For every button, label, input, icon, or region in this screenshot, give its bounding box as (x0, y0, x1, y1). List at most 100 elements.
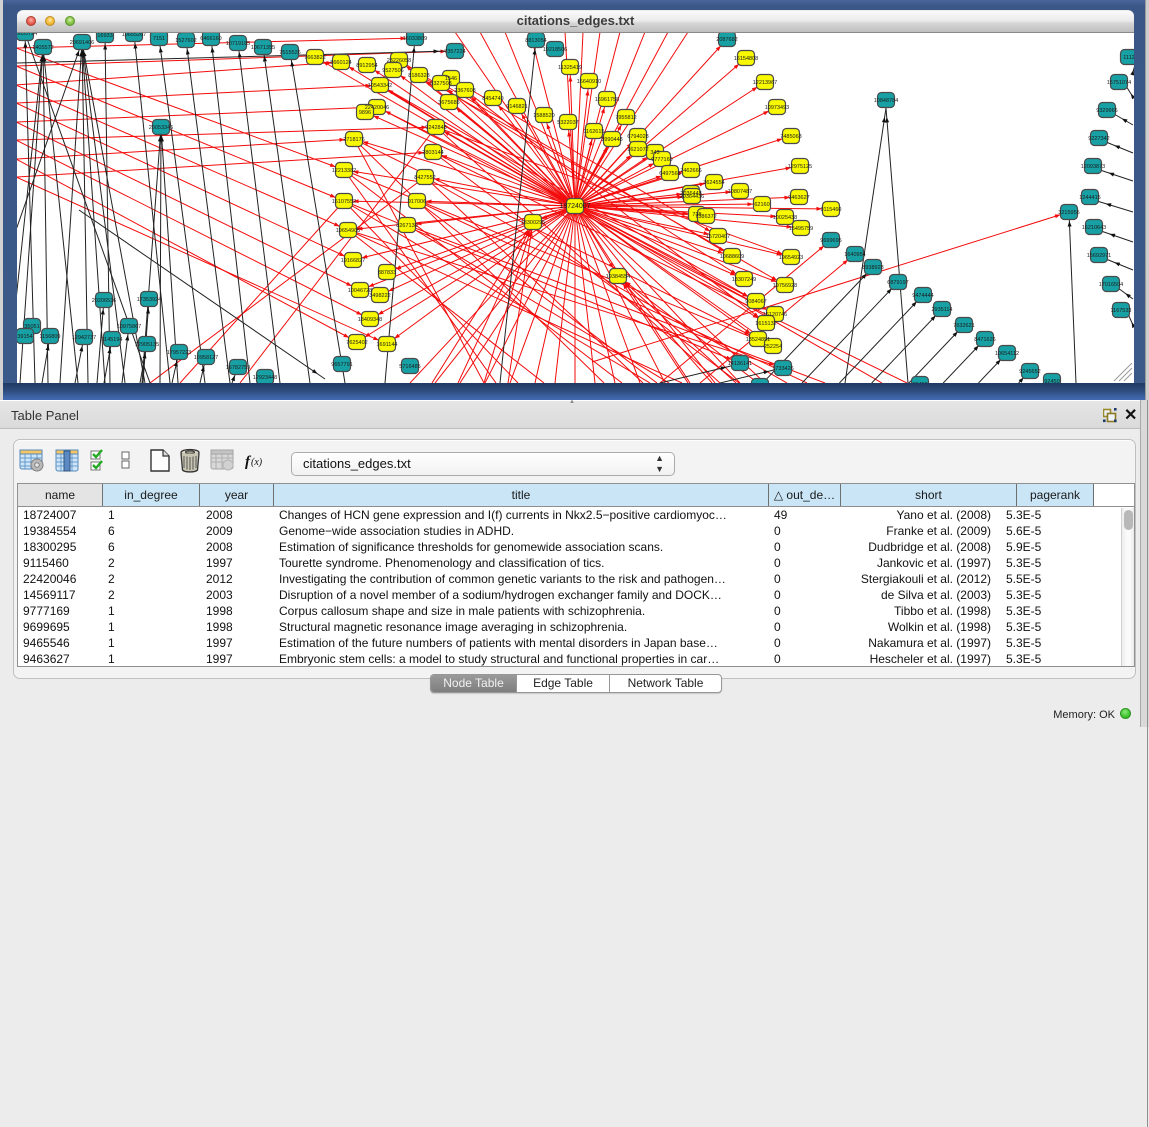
svg-text:9657791: 9657791 (331, 362, 352, 368)
svg-text:15751074: 15751074 (1107, 80, 1131, 86)
svg-text:2935114: 2935114 (931, 307, 952, 313)
svg-text:2367608: 2367608 (454, 88, 475, 94)
svg-text:20364436: 20364436 (680, 194, 704, 200)
svg-text:2803144: 2803144 (422, 150, 443, 156)
svg-text:9227342: 9227342 (1088, 136, 1109, 142)
svg-text:10958127: 10958127 (194, 355, 218, 361)
svg-text:15495759: 15495759 (789, 226, 813, 232)
svg-text:12942737: 12942737 (72, 335, 96, 341)
svg-text:1527602: 1527602 (175, 38, 196, 44)
svg-text:1156809: 1156809 (39, 334, 60, 340)
svg-text:12213382: 12213382 (332, 168, 356, 174)
svg-text:15720407: 15720407 (706, 234, 730, 240)
svg-text:6466160: 6466160 (200, 36, 221, 42)
svg-text:9084067: 9084067 (745, 299, 766, 305)
svg-text:9777169: 9777169 (651, 157, 672, 163)
svg-text:9699695: 9699695 (820, 238, 841, 244)
svg-text:252254: 252254 (764, 344, 782, 350)
svg-text:1405572: 1405572 (32, 45, 53, 51)
svg-text:10973493: 10973493 (765, 105, 789, 111)
svg-text:20206536: 20206536 (92, 298, 116, 304)
svg-text:16933: 16933 (97, 33, 112, 39)
svg-text:917006: 917006 (408, 199, 426, 205)
svg-text:343: 343 (650, 150, 659, 156)
svg-text:23226058: 23226058 (387, 58, 411, 64)
svg-text:7663822: 7663822 (304, 55, 325, 61)
svg-text:7151: 7151 (153, 36, 165, 42)
svg-text:5716485: 5716485 (399, 364, 420, 370)
svg-text:1162615: 1162615 (583, 129, 604, 135)
svg-text:3215955: 3215955 (1058, 210, 1079, 216)
svg-text:92450: 92450 (912, 382, 927, 383)
svg-text:10975867: 10975867 (117, 324, 141, 330)
svg-text:8813054: 8813054 (525, 38, 546, 44)
svg-text:39154: 39154 (17, 334, 32, 340)
svg-text:9527506: 9527506 (382, 68, 403, 74)
svg-text:7515526: 7515526 (279, 50, 300, 56)
svg-text:3498222: 3498222 (369, 293, 390, 299)
svg-text:10654112: 10654112 (995, 351, 1019, 357)
svg-text:1615132: 1615132 (755, 321, 776, 327)
svg-text:18307249: 18307249 (732, 277, 756, 283)
svg-text:9896: 9896 (359, 110, 371, 116)
svg-text:62160: 62160 (754, 202, 769, 208)
svg-text:6497568: 6497568 (659, 171, 680, 177)
svg-text:18300295: 18300295 (521, 220, 545, 226)
svg-text:7955812: 7955812 (615, 115, 636, 121)
svg-text:8427552: 8427552 (414, 175, 435, 181)
svg-text:20655724: 20655724 (17, 32, 37, 37)
svg-text:5322037: 5322037 (557, 120, 578, 126)
svg-text:1733426: 1733426 (772, 366, 793, 372)
svg-text:16120746: 16120746 (763, 312, 787, 318)
svg-text:17957223: 17957223 (167, 350, 191, 356)
svg-text:8267130: 8267130 (396, 223, 417, 229)
svg-text:19654923: 19654923 (779, 255, 803, 261)
svg-text:17016504: 17016504 (1099, 282, 1123, 288)
svg-text:12905135: 12905135 (135, 342, 159, 348)
svg-text:1640954: 1640954 (844, 252, 865, 258)
svg-text:9146821: 9146821 (506, 104, 527, 110)
svg-text:3675685: 3675685 (438, 100, 459, 106)
svg-text:16107552: 16107552 (332, 199, 356, 205)
svg-text:7386372: 7386372 (695, 214, 716, 220)
svg-text:8454749: 8454749 (482, 96, 503, 102)
svg-text:9327508: 9327508 (430, 81, 451, 87)
svg-text:10543342: 10543342 (368, 83, 392, 89)
svg-text:6879197: 6879197 (887, 280, 908, 286)
svg-text:7632621: 7632621 (953, 323, 974, 329)
svg-text:19218506: 19218506 (543, 47, 567, 53)
svg-text:10688609: 10688609 (720, 254, 744, 260)
svg-text:15692971: 15692971 (1087, 253, 1111, 259)
svg-text:92450: 92450 (1044, 379, 1059, 383)
svg-text:19384554: 19384554 (606, 274, 630, 280)
svg-text:9242848: 9242848 (425, 125, 446, 131)
svg-text:9329966: 9329966 (1096, 108, 1117, 114)
svg-text:10025438: 10025438 (773, 215, 797, 221)
svg-text:35051: 35051 (24, 324, 39, 330)
svg-text:20053346: 20053346 (149, 125, 173, 131)
svg-text:12923448: 12923448 (253, 375, 277, 381)
svg-text:10719185: 10719185 (226, 41, 250, 47)
svg-text:19756928: 19756928 (773, 283, 797, 289)
svg-text:16640910: 16640910 (577, 79, 601, 85)
svg-text:7357224: 7357224 (444, 49, 465, 55)
svg-text:1145194: 1145194 (101, 337, 122, 343)
svg-text:9463627: 9463627 (788, 195, 809, 201)
svg-text:8912954: 8912954 (356, 63, 377, 69)
svg-text:2718176: 2718176 (343, 137, 364, 143)
svg-text:16154808: 16154808 (734, 56, 758, 62)
svg-text:10848784: 10848784 (874, 98, 898, 104)
svg-text:16961758: 16961758 (595, 97, 619, 103)
svg-text:7462666: 7462666 (680, 168, 701, 174)
svg-text:17353924: 17353924 (137, 297, 161, 303)
svg-text:1244415: 1244415 (1079, 195, 1100, 201)
svg-text:18409348: 18409348 (358, 317, 382, 323)
svg-text:19654905: 19654905 (336, 228, 360, 234)
svg-text:20691406: 20691406 (70, 40, 94, 46)
svg-text:8990448: 8990448 (601, 137, 622, 143)
svg-text:7625402: 7625402 (346, 340, 367, 346)
svg-text:887833: 887833 (378, 270, 396, 276)
svg-text:8471626: 8471626 (974, 337, 995, 343)
svg-text:16210643: 16210643 (1082, 225, 1106, 231)
svg-text:9245652: 9245652 (1019, 369, 1040, 375)
